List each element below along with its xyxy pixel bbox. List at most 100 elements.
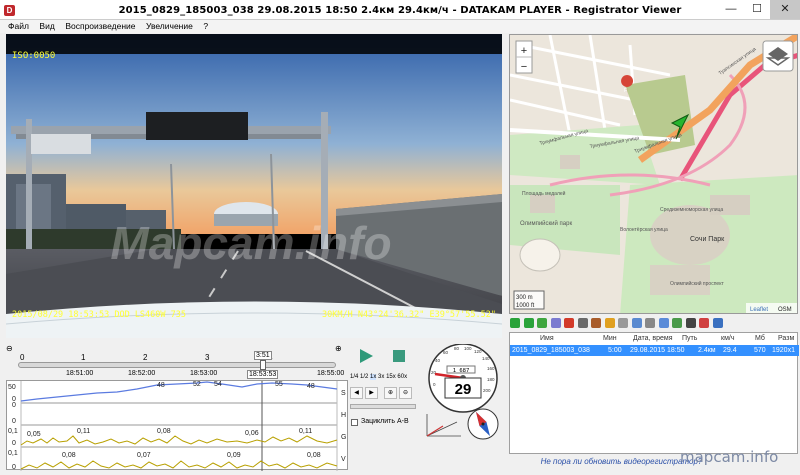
v-value-1: 0,08 bbox=[62, 452, 76, 459]
copy-icon[interactable] bbox=[550, 318, 561, 328]
cut-icon[interactable] bbox=[604, 318, 615, 328]
export-icon[interactable] bbox=[591, 318, 602, 328]
dial-40: 40 bbox=[435, 358, 441, 363]
settings-icon[interactable] bbox=[631, 318, 642, 328]
col-datetime[interactable]: Дата, время bbox=[633, 333, 673, 344]
video-frame[interactable]: ISO:0050 Mapcam.info 2015/08/29 18:53:53… bbox=[6, 34, 502, 338]
minimize-button[interactable]: — bbox=[718, 0, 744, 19]
loop-checkbox[interactable] bbox=[351, 419, 358, 426]
col-resolution[interactable]: Разм bbox=[778, 333, 794, 344]
speed-1x[interactable]: 1x bbox=[370, 374, 377, 380]
delete-icon[interactable] bbox=[564, 318, 575, 328]
graph-label-s: S bbox=[341, 390, 346, 397]
film-icon[interactable] bbox=[685, 318, 696, 328]
file-list: Имя Мин Дата, время Путь км/ч Мб Разм 20… bbox=[509, 332, 799, 454]
s-value-4: 55 bbox=[275, 381, 283, 388]
menu-view[interactable]: Вид bbox=[39, 20, 54, 32]
g-value-3: 0,08 bbox=[157, 428, 171, 435]
video-scene: ISO:0050 Mapcam.info 2015/08/29 18:53:53… bbox=[6, 34, 502, 338]
save-icon[interactable] bbox=[577, 318, 588, 328]
zoom-map-icon[interactable] bbox=[658, 318, 669, 328]
playback-controls: 1/4 1/2 1x 3x 15x 60x ◀ ▶ ⊕ ⊖ Зациклить … bbox=[350, 344, 420, 439]
speed-15x[interactable]: 15x bbox=[386, 374, 396, 380]
prev-frame-button[interactable]: ◀ bbox=[350, 387, 363, 399]
zoom-in-video-icon[interactable]: ⊕ bbox=[384, 387, 397, 399]
dial-120: 120 bbox=[474, 349, 482, 354]
v-axis-bottom: 0 bbox=[12, 464, 16, 471]
zoom-in-button[interactable]: + bbox=[521, 45, 527, 57]
g-value-2: 0,11 bbox=[77, 428, 90, 435]
menu-file[interactable]: Файл bbox=[8, 20, 29, 32]
add-file-icon[interactable] bbox=[510, 318, 520, 328]
stop-button[interactable] bbox=[392, 349, 406, 363]
play-button[interactable] bbox=[358, 348, 374, 364]
time-0: 18:51:00 bbox=[66, 370, 94, 377]
timeline[interactable]: ⊖ ⊕ 0 1 2 3 4 3:51 18:51:00 18:52:00 18:… bbox=[6, 344, 346, 379]
timeline-thumb[interactable] bbox=[260, 360, 266, 370]
track-icon[interactable] bbox=[672, 318, 683, 328]
refresh-icon[interactable] bbox=[537, 318, 548, 328]
v-axis-top: 0,1 bbox=[8, 450, 18, 457]
file-row[interactable]: 2015_0829_185003_038 5:00 29.08.2015 18:… bbox=[510, 345, 799, 356]
s-value-2: 52 bbox=[193, 381, 201, 388]
next-frame-button[interactable]: ▶ bbox=[365, 387, 378, 399]
g-axis-top: 0,1 bbox=[8, 428, 18, 435]
accel-vector-icon bbox=[426, 425, 444, 437]
speed-line bbox=[20, 381, 338, 402]
dial-180: 180 bbox=[487, 377, 495, 382]
volume-slider[interactable] bbox=[350, 404, 416, 409]
graph-label-h: H bbox=[341, 412, 346, 419]
close-button[interactable]: ✕ bbox=[770, 0, 800, 19]
attribution-leaflet[interactable]: Leaflet bbox=[750, 307, 768, 313]
map-label-square: Площадь медалей bbox=[522, 190, 566, 197]
s-value-1: 48 bbox=[157, 382, 165, 389]
v-value-2: 0,07 bbox=[137, 452, 151, 459]
maximize-button[interactable]: ☐ bbox=[744, 0, 770, 19]
record-icon[interactable] bbox=[699, 318, 710, 328]
scale-meters: 300 m bbox=[516, 295, 533, 301]
timeline-track[interactable] bbox=[18, 362, 336, 368]
map-label-sochi-park: Сочи Парк bbox=[690, 236, 725, 243]
dial-60: 60 bbox=[443, 350, 449, 355]
map-view[interactable]: + − F 300 m 1000 ft Leaflet OSM Триумфал… bbox=[509, 34, 798, 314]
telemetry-graphs[interactable]: 50 0 0 0 0,1 0 0,1 0 48 52 54 55 48 0,05… bbox=[6, 380, 348, 471]
speed-half[interactable]: 1/2 bbox=[360, 374, 368, 380]
speed-selector: 1/4 1/2 1x 3x 15x 60x bbox=[350, 374, 407, 380]
info-icon[interactable] bbox=[712, 318, 723, 328]
menu-help[interactable]: ? bbox=[203, 20, 208, 32]
col-name[interactable]: Имя bbox=[540, 333, 554, 344]
cell-name: 2015_0829_185003_038 bbox=[512, 347, 590, 354]
tick-2: 2 bbox=[143, 353, 148, 362]
scale-feet: 1000 ft bbox=[516, 303, 535, 309]
google-earth-icon[interactable] bbox=[645, 318, 656, 328]
cell-min: 5:00 bbox=[608, 347, 622, 354]
dial-140: 140 bbox=[482, 356, 490, 361]
osd-iso: ISO:0050 bbox=[12, 51, 55, 61]
col-size[interactable]: Мб bbox=[755, 333, 765, 344]
timeline-zoom-in-icon[interactable]: ⊕ bbox=[335, 344, 342, 353]
zoom-out-button[interactable]: − bbox=[521, 61, 527, 73]
g-line bbox=[20, 435, 338, 446]
speed-60x[interactable]: 60x bbox=[397, 374, 407, 380]
s-value-3: 54 bbox=[214, 381, 222, 388]
timeline-zoom-out-icon[interactable]: ⊖ bbox=[6, 344, 13, 353]
menu-zoom[interactable]: Увеличение bbox=[146, 20, 193, 32]
speed-quarter[interactable]: 1/4 bbox=[350, 374, 358, 380]
h-axis-top: 0 bbox=[12, 402, 16, 409]
menu-playback[interactable]: Воспроизведение bbox=[65, 20, 135, 32]
speedometer-svg: 0 20 40 60 80 100 120 140 160 180 200 1 … bbox=[426, 343, 499, 440]
col-min[interactable]: Мин bbox=[603, 333, 617, 344]
s-axis-top: 50 bbox=[8, 384, 16, 391]
remove-file-icon[interactable] bbox=[523, 318, 534, 328]
osd-gps: 30KM/H N43°24'36.32" E39°57'55.52" bbox=[322, 310, 496, 320]
time-3: 18:55:00 bbox=[317, 370, 345, 377]
speed-3x[interactable]: 3x bbox=[378, 374, 384, 380]
lock-icon[interactable] bbox=[618, 318, 629, 328]
col-distance[interactable]: Путь bbox=[682, 333, 697, 344]
col-speed[interactable]: км/ч bbox=[721, 333, 734, 344]
dial-80: 80 bbox=[454, 346, 460, 351]
attribution-osm[interactable]: OSM bbox=[778, 307, 792, 313]
dial-160: 160 bbox=[487, 366, 495, 371]
zoom-out-video-icon[interactable]: ⊖ bbox=[399, 387, 412, 399]
tick-3: 3 bbox=[205, 353, 210, 362]
